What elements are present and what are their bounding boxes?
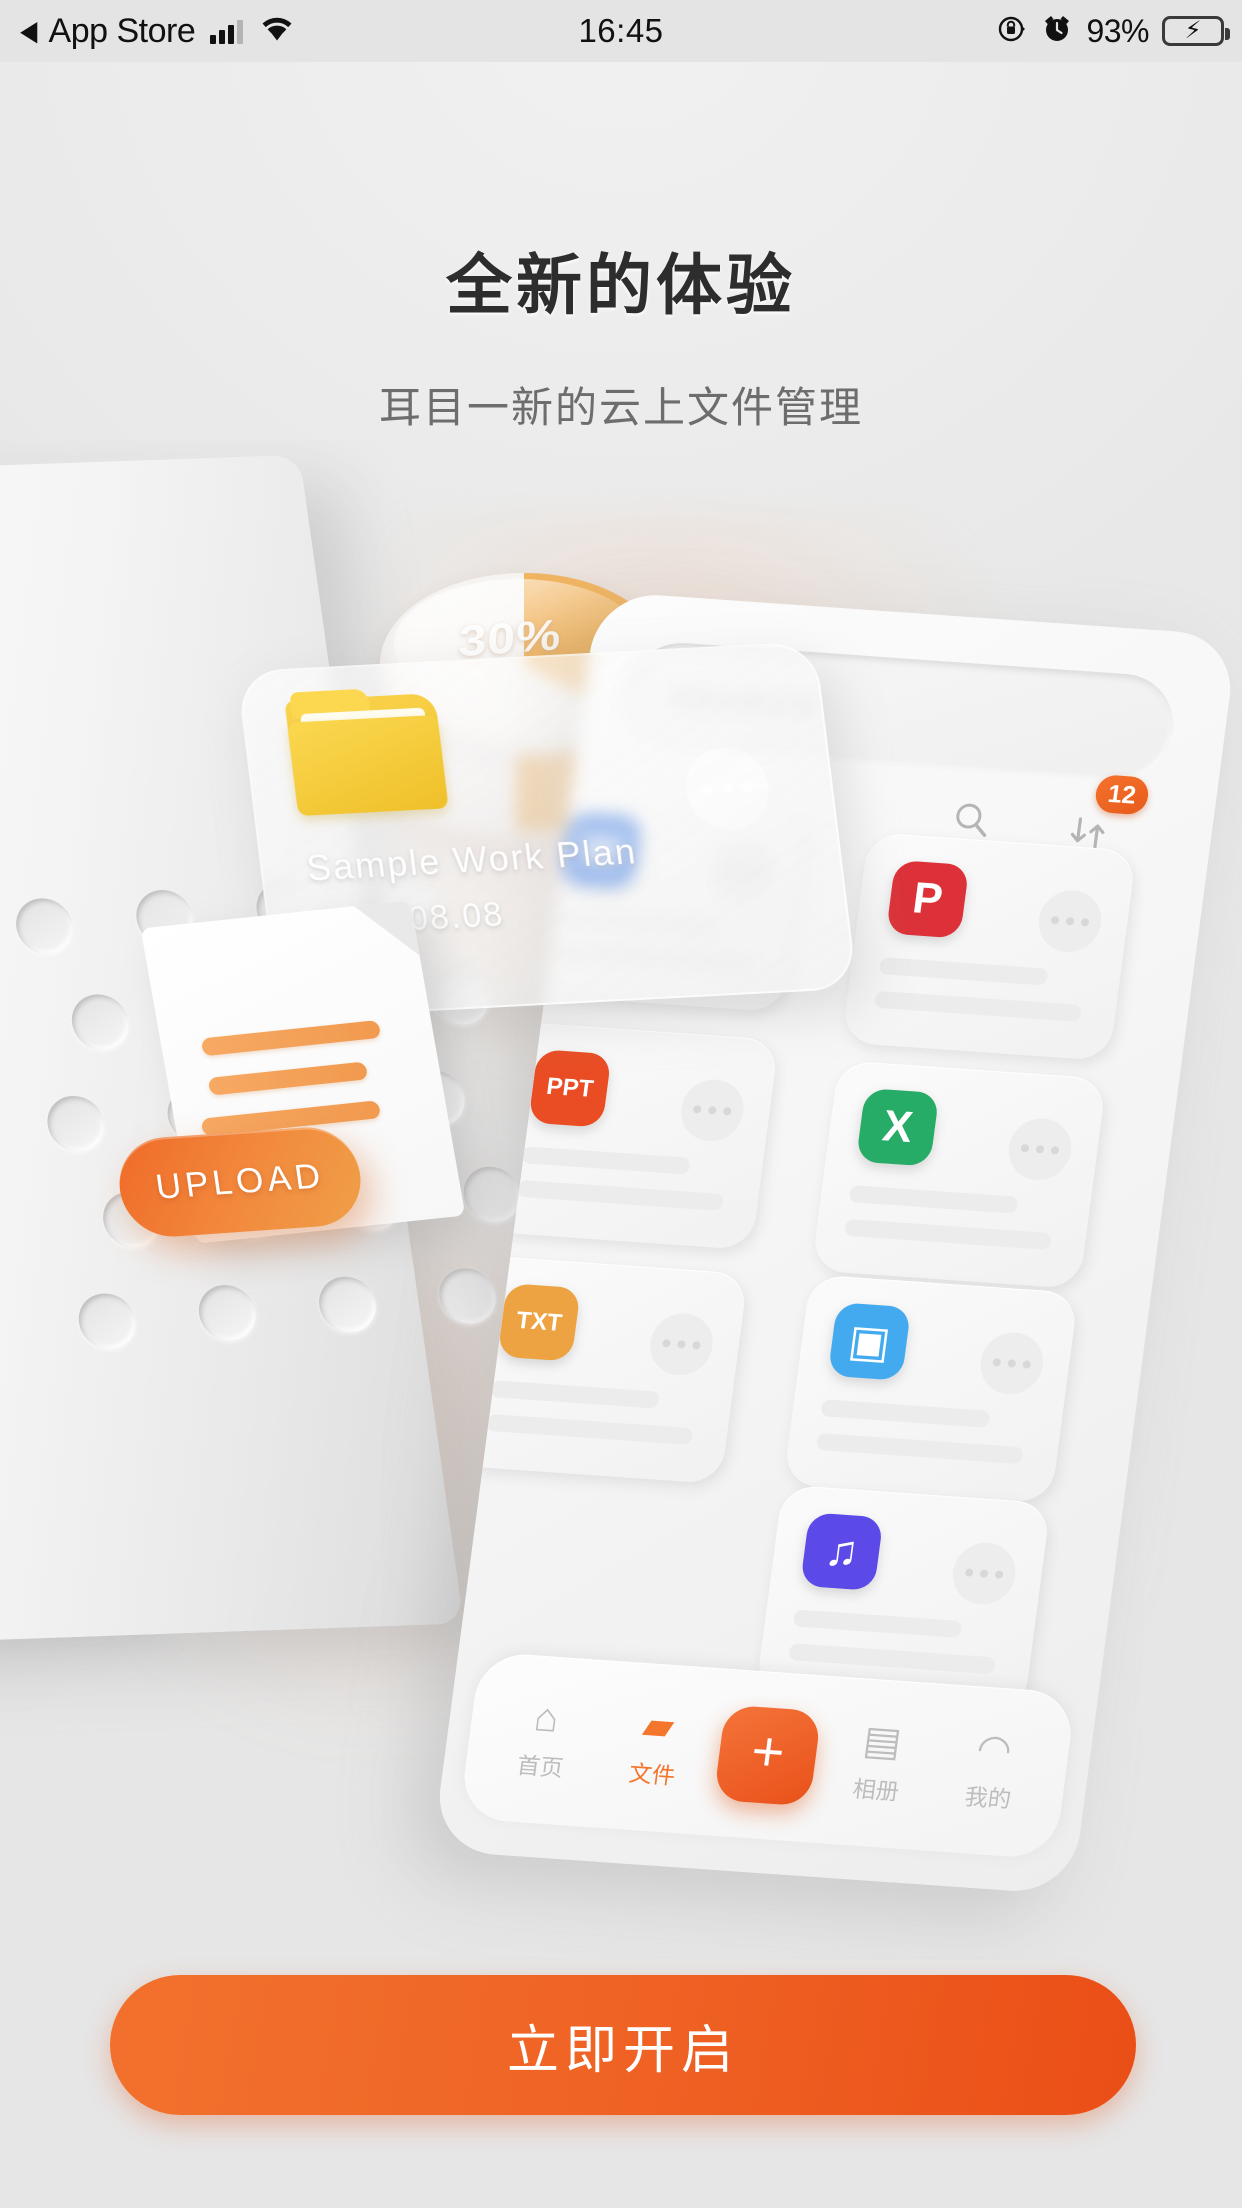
dimple (315, 1274, 380, 1335)
more-dots-icon[interactable] (1004, 1116, 1076, 1183)
more-dots-icon[interactable] (677, 1077, 748, 1144)
phone-nav-label: 首页 (515, 1752, 565, 1782)
phone-nav-item-2[interactable]: ▤ 相册 (826, 1718, 933, 1808)
phone-nav-item-0[interactable]: ⌂ 首页 (490, 1695, 597, 1785)
dimple (435, 1266, 501, 1326)
upload-button[interactable]: UPLOAD (113, 1124, 367, 1240)
more-dots-icon[interactable] (681, 745, 774, 832)
start-now-button[interactable]: 立即开启 (110, 1975, 1136, 2115)
page-subtitle: 耳目一新的云上文件管理 (378, 384, 863, 431)
lightning-bolt-icon: ⚡ (1184, 17, 1202, 44)
file-tile[interactable]: X (811, 1060, 1107, 1290)
more-dots-icon[interactable] (976, 1330, 1047, 1397)
folder-icon: ▰ (640, 1703, 677, 1749)
home-icon: ⌂ (531, 1695, 562, 1741)
ppt-icon: PPT (528, 1049, 612, 1128)
sort-badge-count: 12 (1093, 774, 1151, 816)
upload-button-label: UPLOAD (153, 1156, 327, 1207)
more-dots-icon[interactable] (646, 1311, 717, 1378)
more-dots-icon[interactable] (1034, 888, 1106, 955)
phone-nav-label: 相册 (851, 1775, 901, 1805)
document-fold (353, 900, 420, 962)
image-icon: ▣ (827, 1302, 912, 1381)
phone-nav-item-3[interactable]: ◠ 我的 (938, 1726, 1045, 1816)
page-title: 全新的体验 (446, 248, 796, 322)
phone-nav-label: 文件 (627, 1760, 677, 1790)
more-dots-icon[interactable] (949, 1540, 1020, 1607)
phone-nav-label: 我的 (963, 1783, 1013, 1813)
alarm-clock-icon (1041, 13, 1073, 50)
dimple (12, 896, 77, 956)
music-icon: ♫ (799, 1512, 884, 1591)
album-icon: ▤ (860, 1718, 905, 1765)
rotation-lock-icon (996, 13, 1028, 50)
pdf-icon: P (885, 860, 970, 939)
illustration-stage: 30% SEARCH 12 WPXPPT▣TXT♫ ⌂首页▰文件+▤相册◠我的 … (0, 440, 1242, 1960)
file-tile[interactable]: ▣ (783, 1274, 1079, 1504)
folder-icon (283, 685, 449, 818)
txt-icon: TXT (497, 1283, 581, 1362)
battery-percent-label: 93% (1086, 12, 1149, 49)
battery-charging-icon: ⚡ (1162, 16, 1230, 46)
phone-nav-item-1[interactable]: ▰ 文件 (602, 1703, 709, 1793)
onboarding-header: 全新的体验 耳目一新的云上文件管理 (0, 232, 1242, 435)
dimple (194, 1283, 260, 1343)
status-bar: ◀ App Store 16:45 93% ⚡ (0, 0, 1242, 62)
plus-icon[interactable]: + (713, 1704, 822, 1807)
dimple (43, 1094, 109, 1154)
status-bar-right: 93% ⚡ (996, 13, 1242, 50)
folder-name-label: Sample Work Plan (304, 830, 640, 889)
excel-icon: X (855, 1088, 940, 1167)
profile-icon: ◠ (973, 1726, 1015, 1773)
dimple (67, 992, 133, 1052)
dimple (459, 1164, 525, 1225)
file-tile[interactable]: P (841, 832, 1137, 1062)
dimple (74, 1291, 140, 1351)
